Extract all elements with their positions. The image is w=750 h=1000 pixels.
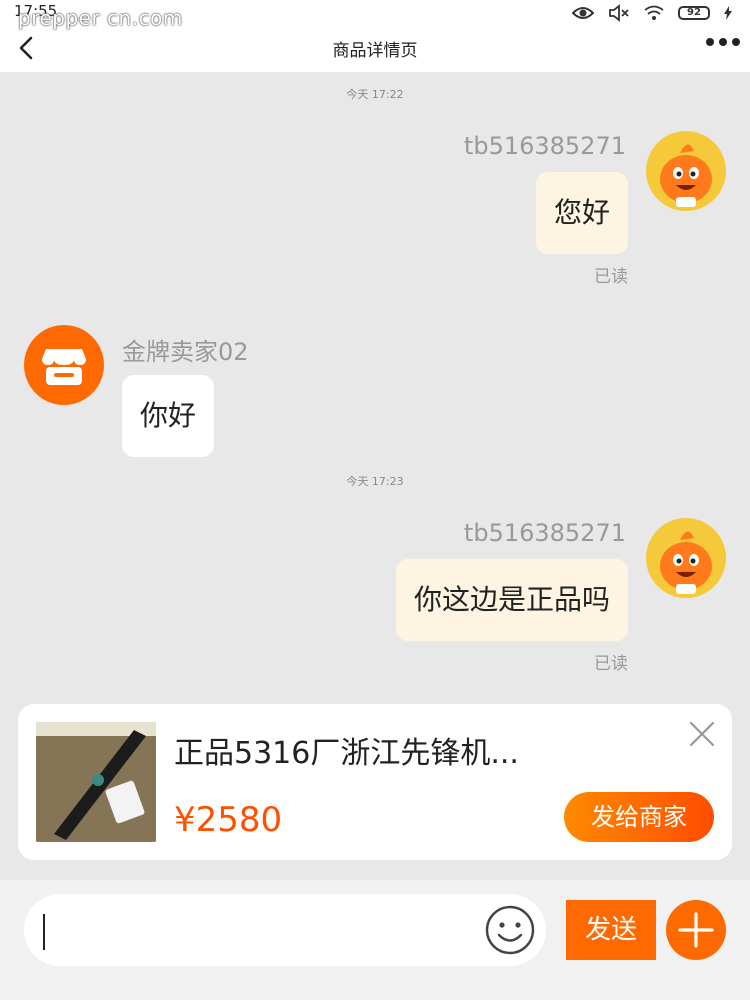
input-bar: 发送 xyxy=(0,880,750,1000)
status-icons: 92 xyxy=(572,4,732,22)
message-input[interactable] xyxy=(24,894,546,966)
charging-icon xyxy=(724,6,732,20)
read-receipt: 已读 xyxy=(594,654,628,674)
buyer-avatar[interactable] xyxy=(646,131,726,211)
message-bubble-outgoing[interactable]: 您好 xyxy=(535,172,628,254)
timestamp: 今天 17:23 xyxy=(346,475,404,488)
send-button[interactable]: 发送 xyxy=(566,900,656,960)
more-actions-button[interactable] xyxy=(666,900,726,960)
product-title: 正品5316厂浙江先锋机... xyxy=(174,736,519,771)
mute-icon xyxy=(609,4,629,22)
battery-indicator: 92 xyxy=(678,6,710,20)
product-image[interactable] xyxy=(36,722,156,842)
mascot-icon xyxy=(660,144,712,207)
close-icon[interactable] xyxy=(688,720,716,748)
sender-name: tb516385271 xyxy=(463,519,626,547)
knife-image xyxy=(36,722,156,842)
top-bar: 17:55 prepper cn.com 92 商品详情页 xyxy=(0,0,750,72)
send-to-merchant-button[interactable]: 发给商家 xyxy=(564,792,714,842)
message-bubble-outgoing[interactable]: 你这边是正品吗 xyxy=(395,559,628,641)
shop-icon xyxy=(42,349,86,385)
page-title: 商品详情页 xyxy=(332,41,418,61)
more-menu-icon[interactable] xyxy=(706,38,740,46)
text-caret xyxy=(43,914,45,950)
watermark: prepper cn.com xyxy=(18,6,183,30)
sender-name: 金牌卖家02 xyxy=(122,338,249,366)
seller-avatar[interactable] xyxy=(24,325,104,405)
emoji-icon[interactable] xyxy=(484,904,536,956)
buyer-avatar[interactable] xyxy=(646,518,726,598)
plus-icon xyxy=(678,912,714,948)
mascot-icon xyxy=(660,531,712,594)
read-receipt: 已读 xyxy=(594,267,628,287)
product-price: ¥2580 xyxy=(174,800,283,840)
sender-name: tb516385271 xyxy=(463,132,626,160)
timestamp: 今天 17:22 xyxy=(346,88,404,101)
message-bubble-incoming[interactable]: 你好 xyxy=(122,375,215,457)
product-card[interactable]: 正品5316厂浙江先锋机... ¥2580 发给商家 xyxy=(18,704,732,860)
wifi-icon xyxy=(644,5,664,20)
eye-icon xyxy=(572,7,594,19)
